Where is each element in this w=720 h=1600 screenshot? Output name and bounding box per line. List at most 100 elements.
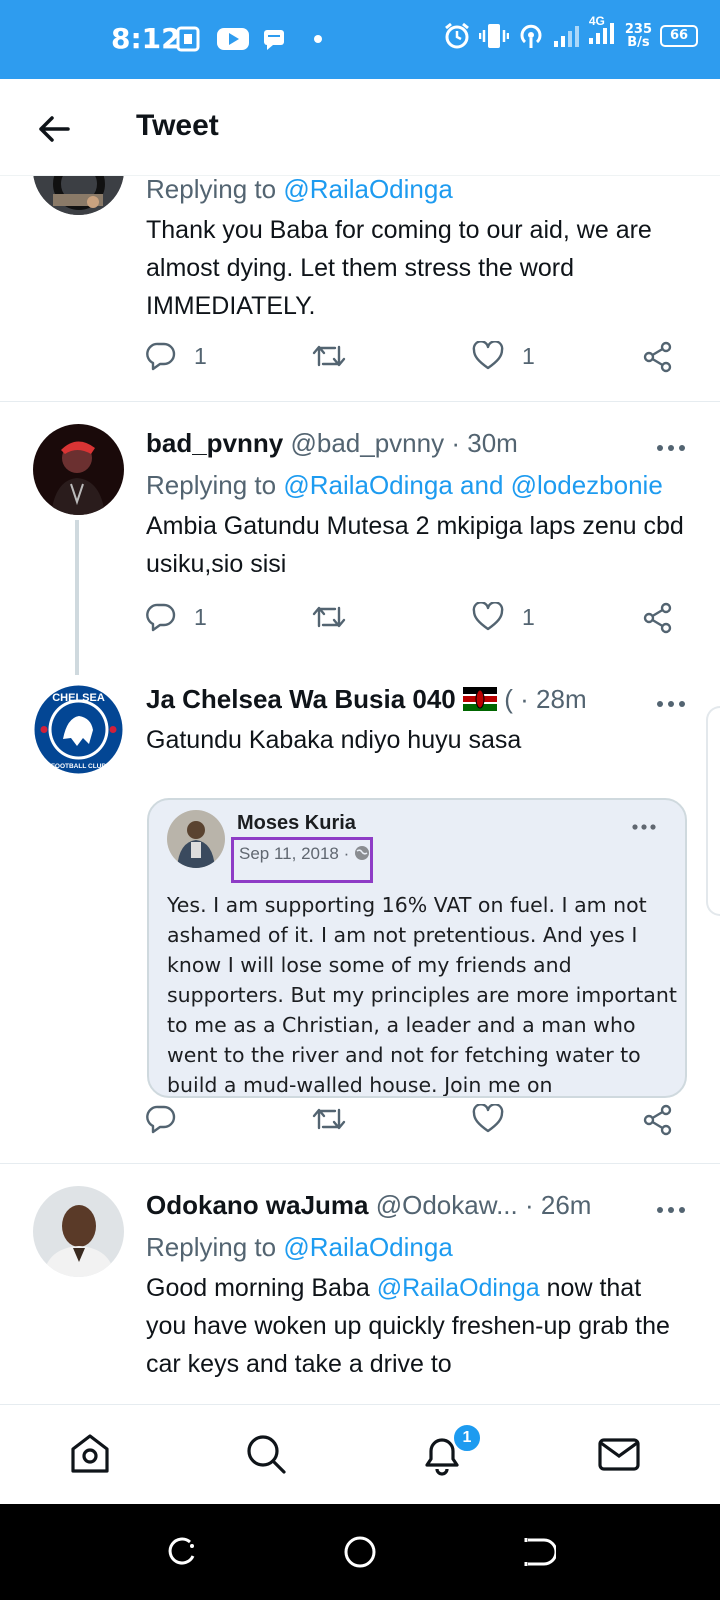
tweet-header: Ja Chelsea Wa Busia 040 ( · 28m <box>146 680 686 718</box>
hotspot-icon <box>520 24 542 48</box>
divider <box>0 1163 720 1164</box>
message-icon <box>264 30 284 50</box>
vibrate-icon <box>478 23 509 48</box>
battery-indicator: 66 <box>660 24 698 47</box>
display-name[interactable]: Ja Chelsea Wa Busia 040 <box>146 684 456 714</box>
tweet-actions <box>146 1104 686 1144</box>
notification-badge: 1 <box>452 1423 482 1453</box>
share-icon <box>643 1104 672 1136</box>
signal-icon <box>553 25 579 47</box>
tweet-body: Ja Chelsea Wa Busia 040 ( · 28m Gatundu … <box>146 680 686 759</box>
status-time: 8:12 <box>111 22 181 55</box>
separator: · <box>451 428 461 458</box>
share-button[interactable] <box>642 602 674 634</box>
replying-label: Replying to <box>146 176 277 204</box>
recents-icon[interactable] <box>164 1534 200 1570</box>
replying-line: Replying to @RailaOdinga <box>146 176 686 208</box>
retweet-icon <box>312 1108 346 1130</box>
share-icon <box>643 602 672 634</box>
speed-value: 235 <box>624 21 652 37</box>
home-icon[interactable] <box>67 1431 113 1477</box>
dot-icon <box>314 35 322 43</box>
like-count: 1 <box>522 342 535 369</box>
mention-link[interactable]: @RailaOdinga <box>283 176 452 204</box>
user-handle[interactable]: ( <box>504 684 513 714</box>
youtube-icon <box>217 28 249 50</box>
user-handle[interactable]: @Odokaw... <box>376 1190 518 1220</box>
retweet-button[interactable] <box>311 1104 347 1134</box>
replying-line: Replying to @RailaOdinga and @lodezbonie <box>146 466 686 504</box>
like-button[interactable]: 1 <box>472 341 535 371</box>
status-icons-left <box>176 26 324 52</box>
like-count: 1 <box>522 603 535 630</box>
mail-icon[interactable] <box>596 1431 642 1477</box>
retweet-button[interactable] <box>311 602 347 632</box>
tweet-text-part: Good morning Baba <box>146 1274 370 1302</box>
reply-count: 1 <box>194 342 207 369</box>
search-icon[interactable] <box>243 1431 289 1477</box>
avatar[interactable] <box>33 424 124 515</box>
reply-button[interactable]: 1 <box>146 341 207 371</box>
home-button-icon[interactable] <box>342 1534 378 1570</box>
back-arrow-icon[interactable] <box>36 111 72 147</box>
bottom-nav <box>0 1404 720 1504</box>
reply-count: 1 <box>194 603 207 630</box>
tweet-header: Odokano waJuma @Odokaw... · 26m <box>146 1186 686 1224</box>
avatar[interactable] <box>33 176 124 215</box>
share-button[interactable] <box>642 1104 674 1136</box>
separator: · <box>524 1190 534 1220</box>
mention-link[interactable]: @RailaOdinga and @lodezbonie <box>283 470 662 500</box>
quote-avatar <box>167 810 225 868</box>
quote-text: Yes. I am supporting 16% VAT on fuel. I … <box>167 893 677 1097</box>
share-button[interactable] <box>642 341 674 373</box>
status-icons-right: 4G 235 B/s 66 <box>443 14 698 51</box>
display-name[interactable]: bad_pvnny <box>146 428 283 458</box>
timestamp[interactable]: 30m <box>467 428 518 458</box>
share-icon <box>643 341 672 373</box>
tweet-body: Replying to @RailaOdinga Thank you Baba … <box>146 176 686 325</box>
tweet-text: Good morning Baba @RailaOdinga now that … <box>146 1269 686 1383</box>
page-title: Tweet <box>136 109 219 142</box>
tweet-body: Odokano waJuma @Odokaw... · 26m Replying… <box>146 1186 686 1383</box>
mention-link[interactable]: @RailaOdinga <box>283 1232 452 1262</box>
quote-author: Moses Kuria <box>237 812 356 834</box>
replying-label: Replying to <box>146 1232 277 1262</box>
avatar[interactable]: CHELSEA FOOTBALL CLUB <box>33 684 124 775</box>
replying-label: Replying to <box>146 470 277 500</box>
divider <box>0 401 720 402</box>
avatar-image <box>33 176 124 215</box>
back-button-icon[interactable] <box>520 1534 556 1570</box>
reply-button[interactable]: 1 <box>146 602 207 632</box>
reply-icon <box>146 1105 176 1134</box>
tweet-text: Gatundu Kabaka ndiyo huyu sasa <box>146 726 522 754</box>
scroll-handle[interactable] <box>706 706 720 916</box>
tweet-text: Thank you Baba for coming to our aid, we… <box>146 216 652 320</box>
avatar-image <box>33 1186 124 1277</box>
attached-image[interactable]: Moses Kuria Sep 11, 2018 · Yes. I am sup… <box>147 798 687 1098</box>
retweet-button[interactable] <box>311 341 347 371</box>
alarm-icon <box>444 22 469 48</box>
timestamp[interactable]: 26m <box>541 1190 592 1220</box>
avatar-image <box>33 424 124 515</box>
tweet-body: bad_pvnny @bad_pvnny · 30m Replying to @… <box>146 424 686 583</box>
tweet-header: bad_pvnny @bad_pvnny · 30m <box>146 424 686 462</box>
heart-icon <box>472 341 504 370</box>
system-nav-bar <box>0 1504 720 1600</box>
display-name[interactable]: Odokano waJuma <box>146 1190 369 1220</box>
tweet-actions: 1 1 <box>146 341 686 381</box>
retweet-icon <box>312 345 346 367</box>
avatar[interactable] <box>33 1186 124 1277</box>
thread-line <box>75 520 79 675</box>
user-handle[interactable]: @bad_pvnny <box>290 428 444 458</box>
separator: · <box>520 684 529 714</box>
crest-subtext: FOOTBALL CLUB <box>51 763 106 770</box>
reply-button[interactable] <box>146 1104 176 1134</box>
signal-4g: 4G <box>587 14 617 51</box>
timestamp[interactable]: 28m <box>536 684 587 714</box>
chelsea-crest-icon: CHELSEA FOOTBALL CLUB <box>34 685 123 774</box>
like-button[interactable]: 1 <box>472 602 535 632</box>
mention-link[interactable]: @RailaOdinga <box>377 1274 540 1302</box>
like-button[interactable] <box>472 1104 504 1134</box>
crest-text: CHELSEA <box>52 692 105 704</box>
reply-timeline[interactable]: Replying to @RailaOdinga Thank you Baba … <box>0 176 720 1404</box>
